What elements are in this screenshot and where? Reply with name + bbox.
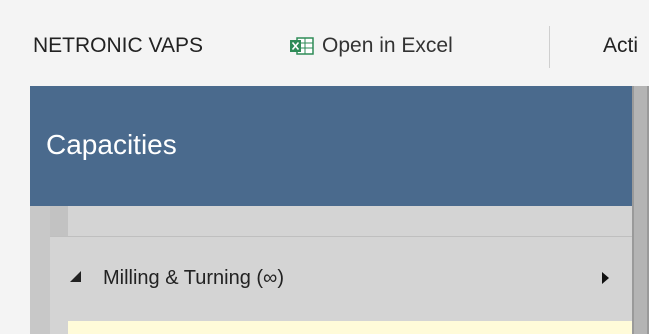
capacity-group-label: Milling & Turning (∞) — [103, 267, 284, 289]
scrollbar-thumb[interactable] — [634, 86, 647, 334]
panel-header: Capacities — [30, 86, 632, 206]
capacities-panel: Capacities Milling & Turning (∞) — [30, 86, 632, 334]
collapse-triangle-icon[interactable] — [70, 271, 81, 282]
toolbar-separator — [549, 26, 550, 68]
expand-arrow-icon[interactable] — [602, 272, 609, 284]
excel-icon — [290, 37, 314, 55]
open-in-excel-button[interactable]: Open in Excel — [290, 34, 453, 58]
capacity-row-highlight[interactable] — [68, 321, 632, 334]
vertical-scrollbar[interactable] — [632, 86, 649, 334]
row-indent-strip — [50, 206, 68, 236]
action-bar: NETRONIC VAPS Open in Excel Acti — [0, 0, 649, 86]
capacity-list: Milling & Turning (∞) — [50, 206, 632, 334]
capacity-group-row[interactable]: Milling & Turning (∞) — [50, 237, 632, 317]
netronic-vaps-menu[interactable]: NETRONIC VAPS — [33, 34, 203, 58]
actions-menu[interactable]: Acti — [603, 34, 638, 58]
open-in-excel-label: Open in Excel — [322, 34, 453, 57]
panel-title: Capacities — [46, 129, 177, 160]
